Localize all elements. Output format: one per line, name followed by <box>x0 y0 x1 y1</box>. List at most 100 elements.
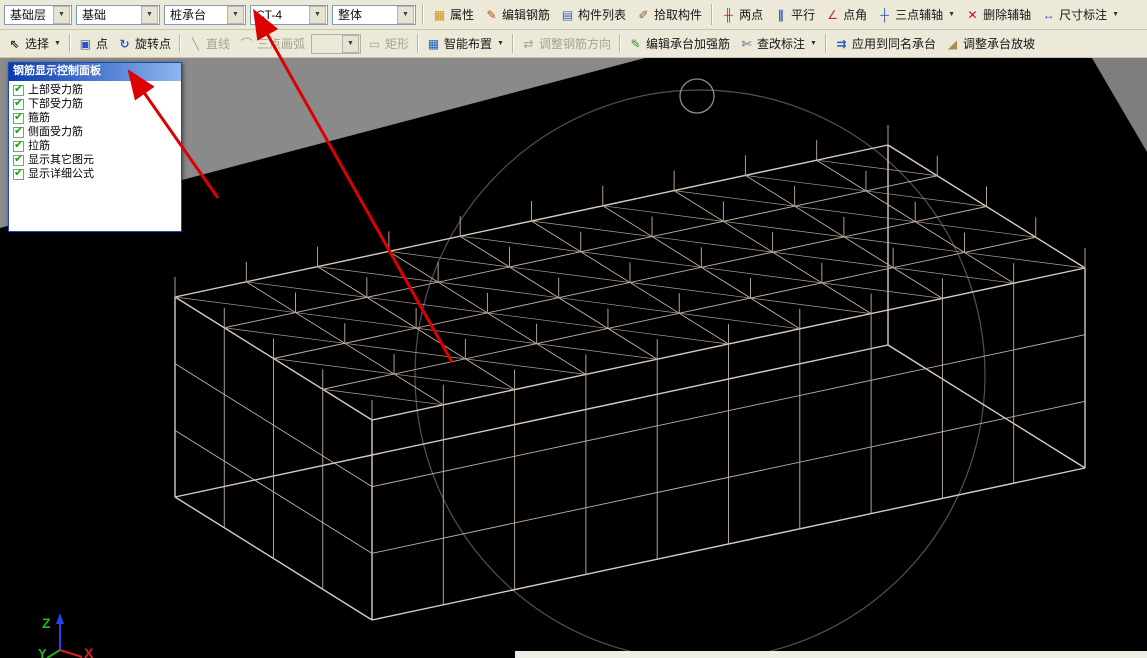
axis-y-label: Y <box>38 646 47 658</box>
rotate-point-label: 旋转点 <box>135 35 171 52</box>
checkbox-show-other-elements[interactable]: 显示其它图元 <box>13 154 179 167</box>
checkbox-icon[interactable] <box>13 85 24 96</box>
floor-combo[interactable]: 基础层 <box>4 5 72 25</box>
chevron-down-icon[interactable] <box>227 6 244 24</box>
dimension-button[interactable]: 尺寸标注 <box>1038 4 1122 25</box>
select-button[interactable]: 选择 <box>4 33 64 54</box>
line-label: 直线 <box>206 35 230 52</box>
point-label: 点 <box>96 35 108 52</box>
view-mode-combo[interactable]: 整体 <box>332 5 416 25</box>
edit-rebar-icon <box>484 8 499 22</box>
checkbox-label: 箍筋 <box>28 112 50 125</box>
background-window-edge <box>515 651 1147 658</box>
chevron-down-icon[interactable] <box>397 6 414 24</box>
point-icon <box>78 37 93 51</box>
edit-cap-reinforcement-button[interactable]: 编辑承台加强筋 <box>625 33 733 54</box>
toolbar-separator <box>619 34 620 53</box>
three-point-aux-axis-label: 三点辅轴 <box>895 6 943 23</box>
toolbar-separator <box>711 4 712 25</box>
axis-x-label: X <box>84 645 94 658</box>
component-list-button[interactable]: 构件列表 <box>557 4 629 25</box>
properties-icon <box>432 8 447 22</box>
edit-rebar-button[interactable]: 编辑钢筋 <box>481 4 553 25</box>
drawing-toolbar: 选择 点 旋转点 直线 三点画弧 矩形 智能布 <box>0 30 1147 58</box>
parallel-button[interactable]: 平行 <box>770 4 818 25</box>
rebar-display-control-panel[interactable]: 钢筋显示控制面板 上部受力筋 下部受力筋 箍筋 侧面受力筋 <box>8 62 182 232</box>
checkbox-label: 上部受力筋 <box>28 84 83 97</box>
checkbox-icon[interactable] <box>13 99 24 110</box>
category-combo-value: 基础 <box>82 6 106 23</box>
checkbox-show-detailed-formula[interactable]: 显示详细公式 <box>13 168 179 181</box>
three-point-arc-button[interactable]: 三点画弧 <box>236 33 308 54</box>
dimension-label: 尺寸标注 <box>1059 6 1107 23</box>
delete-aux-axis-icon <box>965 8 980 22</box>
edit-rebar-label: 编辑钢筋 <box>502 6 550 23</box>
chevron-down-icon[interactable] <box>309 6 326 24</box>
rectangle-icon <box>367 37 382 51</box>
three-point-aux-axis-icon <box>877 8 892 22</box>
point-angle-icon <box>825 8 840 22</box>
line-button[interactable]: 直线 <box>185 33 233 54</box>
app-window: 基础层 基础 桩承台 CT-4 整体 属性 编辑钢筋 <box>0 0 1147 658</box>
rectangle-button[interactable]: 矩形 <box>364 33 412 54</box>
category-combo[interactable]: 基础 <box>76 5 160 25</box>
pick-component-button[interactable]: 拾取构件 <box>633 4 705 25</box>
two-point-button[interactable]: 两点 <box>718 4 766 25</box>
checkbox-icon[interactable] <box>13 113 24 124</box>
toolbar-separator <box>825 34 826 53</box>
checkbox-icon[interactable] <box>13 169 24 180</box>
adjust-rebar-direction-label: 调整钢筋方向 <box>539 35 611 52</box>
panel-title[interactable]: 钢筋显示控制面板 <box>9 63 181 81</box>
adjust-cap-slope-icon <box>945 37 960 51</box>
adjust-cap-slope-button[interactable]: 调整承台放坡 <box>942 33 1038 54</box>
component-list-label: 构件列表 <box>578 6 626 23</box>
rectangle-label: 矩形 <box>385 35 409 52</box>
toolbar-separator <box>422 4 423 25</box>
checkbox-icon[interactable] <box>13 141 24 152</box>
adjust-rebar-direction-button[interactable]: 调整钢筋方向 <box>518 33 614 54</box>
smart-layout-button[interactable]: 智能布置 <box>423 33 507 54</box>
toolbar-separator <box>417 34 418 53</box>
arc-options-combo[interactable] <box>311 34 361 54</box>
delete-aux-axis-button[interactable]: 删除辅轴 <box>962 4 1034 25</box>
parallel-icon <box>773 8 788 22</box>
chevron-down-icon[interactable] <box>53 6 70 24</box>
two-point-icon <box>721 8 736 22</box>
point-angle-label: 点角 <box>843 6 867 23</box>
apply-to-same-name-icon <box>834 37 849 51</box>
properties-button[interactable]: 属性 <box>429 4 477 25</box>
check-annotation-label: 查改标注 <box>757 35 805 52</box>
main-toolbar: 基础层 基础 桩承台 CT-4 整体 属性 编辑钢筋 <box>0 0 1147 30</box>
panel-body: 上部受力筋 下部受力筋 箍筋 侧面受力筋 拉筋 <box>9 81 181 185</box>
rotate-point-button[interactable]: 旋转点 <box>114 33 174 54</box>
three-point-aux-axis-button[interactable]: 三点辅轴 <box>874 4 958 25</box>
component-type-combo-value: 桩承台 <box>170 6 206 23</box>
checkbox-upper-stress-rebar[interactable]: 上部受力筋 <box>13 84 179 97</box>
toolbar-separator <box>69 34 70 53</box>
check-annotation-button[interactable]: 查改标注 <box>736 33 820 54</box>
edit-cap-reinforcement-icon <box>628 37 643 51</box>
checkbox-label: 显示其它图元 <box>28 154 94 167</box>
delete-aux-axis-label: 删除辅轴 <box>983 6 1031 23</box>
point-button[interactable]: 点 <box>75 33 111 54</box>
component-name-combo[interactable]: CT-4 <box>250 5 328 25</box>
checkbox-icon[interactable] <box>13 155 24 166</box>
checkbox-label: 侧面受力筋 <box>28 126 83 139</box>
component-name-combo-value: CT-4 <box>256 8 282 22</box>
checkbox-lower-stress-rebar[interactable]: 下部受力筋 <box>13 98 179 111</box>
three-point-arc-icon <box>239 37 254 51</box>
axis-z-label: Z <box>42 615 51 631</box>
component-type-combo[interactable]: 桩承台 <box>164 5 246 25</box>
chevron-down-icon[interactable] <box>141 6 158 24</box>
toolbar-separator <box>179 34 180 53</box>
checkbox-side-stress-rebar[interactable]: 侧面受力筋 <box>13 126 179 139</box>
checkbox-tie-bar[interactable]: 拉筋 <box>13 140 179 153</box>
checkbox-label: 下部受力筋 <box>28 98 83 111</box>
adjust-cap-slope-label: 调整承台放坡 <box>963 35 1035 52</box>
point-angle-button[interactable]: 点角 <box>822 4 870 25</box>
checkbox-icon[interactable] <box>13 127 24 138</box>
chevron-down-icon[interactable] <box>342 35 359 53</box>
apply-to-same-name-cap-button[interactable]: 应用到同名承台 <box>831 33 939 54</box>
parallel-label: 平行 <box>791 6 815 23</box>
checkbox-stirrup[interactable]: 箍筋 <box>13 112 179 125</box>
